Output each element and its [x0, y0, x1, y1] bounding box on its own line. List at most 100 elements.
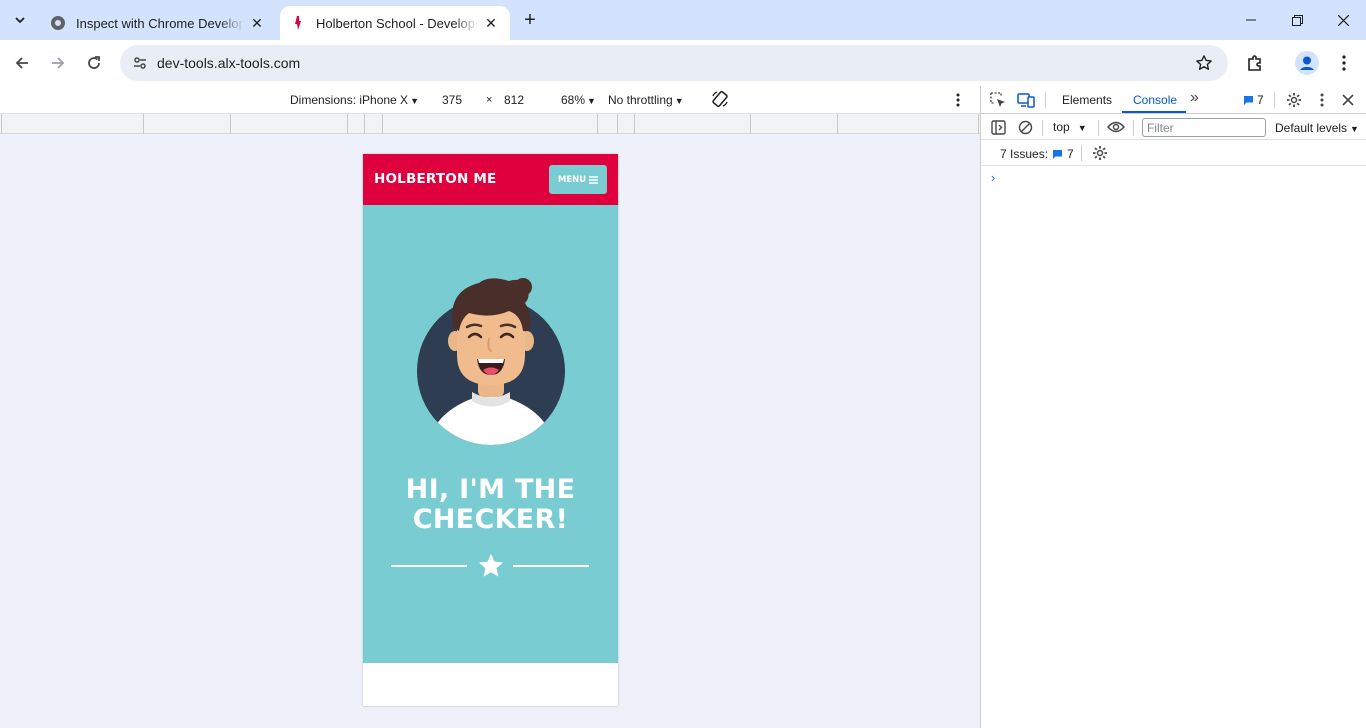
site-logo[interactable]: HOLBERTON ME [374, 171, 496, 187]
divider-line [391, 565, 467, 567]
extensions-button[interactable] [1240, 48, 1270, 78]
media-query-segment[interactable] [143, 114, 144, 134]
globe-icon [50, 15, 66, 31]
dimensions-select[interactable]: Dimensions: iPhone X ▼ [290, 93, 419, 107]
media-query-segment[interactable] [837, 114, 838, 134]
caret-down-icon: ▼ [674, 96, 684, 106]
bookmark-star-button[interactable] [1192, 51, 1216, 75]
zoom-select[interactable]: 68% ▼ [561, 93, 596, 107]
width-input[interactable]: 375 [442, 93, 462, 107]
message-icon [1244, 95, 1253, 105]
profile-button[interactable] [1292, 48, 1322, 78]
media-query-ruler [0, 114, 980, 134]
console-prompt-icon[interactable]: › [991, 170, 995, 185]
media-query-segment[interactable] [364, 114, 365, 134]
device-viewport: HOLBERTON ME MENU HI, I'M THE CHECKER! [0, 134, 980, 728]
context-select[interactable]: top ▼ [1053, 120, 1087, 134]
hero-title: HI, I'M THE CHECKER! [363, 475, 618, 535]
hamburger-icon [589, 175, 599, 184]
log-levels-label: Default levels [1275, 121, 1348, 135]
media-query-segment[interactable] [597, 114, 598, 134]
avatar-icon [1295, 51, 1319, 75]
caret-down-icon: ▼ [1350, 124, 1359, 134]
devtools-close-button[interactable] [1338, 90, 1358, 110]
tab-console[interactable]: Console [1133, 93, 1177, 107]
device-toolbar-toggle[interactable] [1016, 90, 1036, 110]
minimize-icon [1246, 19, 1256, 21]
throttling-select[interactable]: No throttling ▼ [608, 93, 684, 107]
issues-label: 7 Issues: [1000, 147, 1049, 161]
show-sidebar-button[interactable] [988, 117, 1008, 137]
tab-title: Holberton School - Developer Tools [316, 15, 478, 31]
rotate-button[interactable] [711, 90, 729, 111]
devtools-menu-button[interactable] [1312, 90, 1332, 110]
issues-badge[interactable]: 7 [1243, 93, 1264, 107]
tab-inspect[interactable]: Inspect with Chrome Developer Tools ✕ [40, 6, 276, 40]
address-bar[interactable]: dev-tools.alx-tools.com [120, 45, 1228, 81]
inspect-element-button[interactable] [988, 90, 1008, 110]
sidebar-icon [990, 119, 1006, 135]
minimize-button[interactable] [1228, 0, 1274, 40]
console-settings-button[interactable] [1090, 143, 1110, 163]
chevron-down-icon [15, 17, 25, 24]
devtools-settings-button[interactable] [1284, 90, 1304, 110]
device-more-options-button[interactable] [956, 93, 960, 110]
inspect-cursor-icon [990, 92, 1005, 107]
hero-title-line: CHECKER! [412, 504, 569, 535]
media-query-segment[interactable] [617, 114, 618, 134]
url-text[interactable]: dev-tools.alx-tools.com [157, 55, 300, 71]
forward-button[interactable] [43, 48, 73, 78]
eye-icon [1107, 121, 1125, 133]
star-outline-icon [1196, 55, 1212, 70]
tab-search-button[interactable] [6, 7, 34, 33]
new-tab-button[interactable]: + [518, 8, 542, 32]
more-tabs-button[interactable]: » [1190, 89, 1199, 107]
block-icon [1018, 120, 1032, 134]
tab-elements[interactable]: Elements [1062, 93, 1112, 107]
caret-down-icon: ▼ [410, 96, 419, 106]
device-mode-icon [1017, 93, 1035, 108]
close-icon [1337, 14, 1349, 26]
live-expression-button[interactable] [1106, 117, 1126, 137]
log-levels-select[interactable]: Default levels ▼ [1275, 121, 1359, 135]
media-query-segment[interactable] [1, 114, 2, 134]
caret-down-icon: ▼ [587, 96, 596, 106]
height-input[interactable]: 812 [504, 93, 524, 107]
arrow-right-icon [52, 57, 65, 69]
kebab-menu-icon [1320, 93, 1324, 107]
close-icon[interactable]: ✕ [482, 14, 500, 32]
gear-icon [1093, 146, 1107, 160]
puzzle-icon [1248, 55, 1261, 71]
issues-bar: 7 Issues: 7 [981, 140, 1366, 166]
media-query-segment[interactable] [634, 114, 635, 134]
menu-button[interactable]: MENU [549, 165, 607, 194]
device-toolbar: Dimensions: iPhone X ▼ 375 × 812 68% ▼ No … [0, 86, 980, 114]
filter-input[interactable] [1142, 118, 1266, 137]
active-tab-indicator [1122, 111, 1186, 113]
media-query-segment[interactable] [347, 114, 348, 134]
media-query-segment[interactable] [750, 114, 751, 134]
restore-button[interactable] [1274, 0, 1320, 40]
caret-down-icon: ▼ [1077, 123, 1087, 133]
restore-icon [1291, 14, 1303, 26]
media-query-segment[interactable] [978, 114, 979, 134]
close-icon [1342, 94, 1354, 106]
separator [1133, 120, 1134, 136]
clear-console-button[interactable] [1015, 117, 1035, 137]
site-info-button[interactable] [126, 49, 154, 77]
separator [1042, 120, 1043, 136]
kebab-menu-icon [1342, 55, 1346, 71]
reload-button[interactable] [79, 48, 109, 78]
close-window-button[interactable] [1320, 0, 1366, 40]
holberton-favicon-icon [290, 15, 306, 31]
tab-holberton[interactable]: Holberton School - Developer Tools ✕ [280, 6, 510, 40]
media-query-segment[interactable] [230, 114, 231, 134]
issues-link[interactable]: 7 Issues: 7 [1000, 147, 1074, 161]
tune-icon [134, 57, 146, 69]
back-button[interactable] [7, 48, 37, 78]
kebab-menu-icon [956, 93, 960, 107]
chrome-menu-button[interactable] [1329, 48, 1359, 78]
media-query-segment[interactable] [382, 114, 383, 134]
close-icon[interactable]: ✕ [248, 14, 266, 32]
issues-count: 7 [1067, 147, 1074, 161]
